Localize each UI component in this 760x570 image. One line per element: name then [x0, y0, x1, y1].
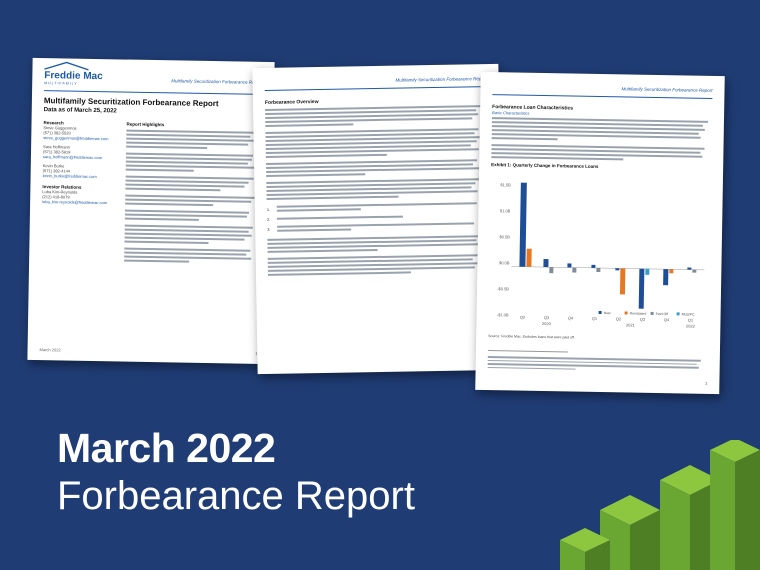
- bar-new-q4-2020: [567, 263, 572, 268]
- bar-reinstated-q2-2021: [619, 268, 626, 295]
- y-tick-label: $0.5B: [499, 234, 510, 239]
- x-tick-label: Q2: [616, 316, 622, 321]
- overview-section: Forbearance Overview 1. 2. 3.: [265, 96, 488, 278]
- highlights-heading: Report Highlights: [126, 121, 165, 128]
- footnote-rule: [487, 350, 568, 352]
- bar-paid-q1-2022: [692, 269, 697, 273]
- y-tick-label: $1.0B: [500, 208, 511, 213]
- characteristics-section: Forbearance Loan Characteristics Basic C…: [491, 104, 712, 171]
- x-tick-label: Q1: [688, 318, 694, 323]
- x-year-label: 2022: [686, 324, 696, 329]
- chart-source: Source: Freddie Mac. Excludes loans that…: [488, 334, 575, 340]
- y-tick-label: $0.0B: [499, 260, 510, 265]
- x-year-label: 2020: [542, 321, 552, 326]
- characteristics-text: [491, 117, 712, 162]
- bar-new-q1-2022: [687, 267, 692, 270]
- report-page-1: Freddie Mac MULTIFAMILY Multifamily Secu…: [27, 57, 275, 365]
- contact-email[interactable]: kevin_burke@freddiemac.com: [43, 173, 123, 179]
- zero-line: [511, 266, 705, 271]
- y-tick-label: -$0.5B: [497, 286, 509, 291]
- header-rule: [264, 86, 487, 91]
- legend-swatch: [650, 311, 654, 315]
- bar-reinstated-q4-2021: [669, 269, 674, 274]
- highlights-text: [124, 129, 261, 264]
- report-page-3: Multifamily Securitization Forbearance R…: [475, 71, 725, 395]
- y-tick-label: $1.5B: [500, 182, 511, 187]
- list-number: 1.: [266, 206, 271, 212]
- list-number: 2.: [266, 216, 271, 222]
- freddie-mac-logo: Freddie Mac MULTIFAMILY: [44, 61, 103, 86]
- report-title: Multifamily Securitization Forbearance R…: [43, 96, 219, 109]
- legend-swatch: [624, 311, 628, 315]
- x-tick-label: Q3: [544, 315, 550, 320]
- x-tick-label: Q4: [664, 317, 670, 322]
- report-date: Data as of March 25, 2022: [43, 107, 117, 115]
- bar-paid-q3-2021: [638, 268, 645, 309]
- y-axis: $1.5B$1.0B$0.5B$0.0B-$0.5B-$1.0B-$1.5B: [497, 182, 511, 317]
- cover-title-line1: March 2022: [57, 425, 276, 471]
- list-item: 3.: [267, 220, 487, 234]
- contact-email[interactable]: steve_guggenmos@freddiemac.com: [43, 135, 123, 141]
- contact-2: Sara Hoffmann (571) 382-5919 sara_hoffma…: [43, 144, 123, 160]
- page-header: Multifamily Securitization Forbearance R…: [171, 78, 263, 85]
- legend-label: Paid Off: [656, 312, 669, 316]
- legend-label: New: [604, 311, 612, 315]
- overview-text: [265, 105, 487, 200]
- x-axis: Q2 Q3 Q4 Q1 Q2 Q3 Q4 Q1 2020 2021 2022: [520, 315, 696, 329]
- bar-new-q2-2021: [615, 268, 620, 271]
- cube-cluster: [560, 440, 760, 570]
- x-tick-label: Q4: [568, 315, 574, 320]
- legend-swatch: [676, 312, 680, 316]
- extension-list: 1. 2. 3.: [267, 200, 487, 234]
- footnote: [487, 354, 708, 374]
- bar-paid-q4-2021: [663, 269, 669, 286]
- page-footer-date: March 2022: [39, 347, 61, 353]
- bar-paid-q4-2020: [572, 267, 577, 273]
- legend-swatch: [598, 310, 602, 315]
- bar-paid-q3-2020: [549, 267, 554, 274]
- header-rule: [44, 90, 263, 95]
- y-tick-label: -$1.0B: [497, 312, 509, 317]
- page-header: Multifamily Securitization Forbearance R…: [621, 86, 713, 93]
- legend-label: MLB/PC: [682, 312, 696, 316]
- quarterly-change-chart: $1.5B$1.0B$0.5B$0.0B-$0.5B-$1.0B-$1.5B Q…: [497, 182, 705, 329]
- contacts-column: Research Steve Guggenmos (571) 382-5520 …: [42, 120, 123, 205]
- report-page-2: Multifamily Securitization Forbearance R…: [252, 63, 504, 375]
- contact-email[interactable]: luba_kim-reynolds@freddiemac.com: [42, 199, 122, 205]
- page-number: 3: [705, 380, 708, 386]
- bar-mlb-q3-2021: [645, 268, 650, 275]
- section-heading: Forbearance Overview: [264, 99, 319, 106]
- bar-reinstated-q2-2020: [526, 248, 532, 267]
- contact-email[interactable]: sara_hoffmann@freddiemac.com: [43, 154, 123, 160]
- chart-legend: New Reinstated Paid Off MLB/PC: [598, 310, 696, 317]
- closing-text: [267, 235, 488, 276]
- x-tick-label: Q3: [640, 317, 646, 322]
- list-number: 3.: [267, 226, 271, 232]
- highlights-column: Report Highlights: [124, 122, 261, 266]
- page-header: Multifamily Securitization Forbearance R…: [395, 76, 487, 83]
- green-cubes-graphic: [560, 440, 760, 570]
- x-year-label: 2021: [626, 322, 636, 327]
- bar-paid-q1-2021: [596, 267, 601, 273]
- contact-3: Kevin Burke (571) 382-4144 kevin_burke@f…: [43, 163, 123, 179]
- bar-new-q3-2020: [543, 259, 549, 268]
- legend-label: Reinstated: [630, 312, 647, 316]
- exhibit-title: Exhibit 1: Quarterly Change in Forbearan…: [491, 162, 599, 169]
- bar-new-q1-2021: [591, 264, 596, 268]
- contact-1: Steve Guggenmos (571) 382-5520 steve_gug…: [43, 125, 123, 141]
- logo-roof-icon: [44, 61, 89, 71]
- cover-title-line2: Forbearance Report: [57, 474, 415, 518]
- ir-contact: Luba Kim-Reynolds (212) 418-8079 luba_ki…: [42, 189, 122, 205]
- bar-new-q2-2020: [519, 182, 527, 267]
- x-tick-label: Q1: [592, 316, 598, 321]
- header-rule: [492, 94, 713, 99]
- x-tick-label: Q2: [520, 315, 526, 320]
